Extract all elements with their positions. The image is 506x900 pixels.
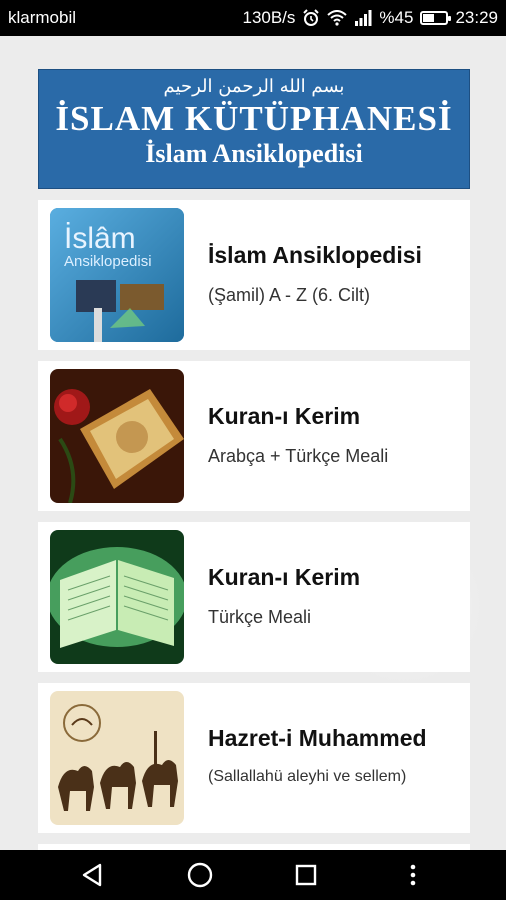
alarm-icon — [302, 9, 320, 27]
more-dots-icon — [410, 864, 416, 886]
header-banner: بسم الله الرحمن الرحيم İSLAM KÜTÜPHANESİ… — [38, 69, 470, 189]
card-text: Kuran-ı Kerim Arabça + Türkçe Meali — [208, 403, 460, 467]
quran-rose-image-icon — [50, 369, 184, 503]
list-item-kuran-arabca-turkce[interactable]: Kuran-ı Kerim Arabça + Türkçe Meali — [38, 361, 470, 511]
list-item-kuran-turkce[interactable]: Kuran-ı Kerim Türkçe Meali — [38, 522, 470, 672]
back-button[interactable] — [73, 855, 113, 895]
status-bar: klarmobil 130B/s %45 23:29 — [0, 0, 506, 36]
item-subtitle: (Sallallahü aleyhi ve sellem) — [208, 768, 407, 785]
battery-percent: %45 — [379, 8, 414, 27]
back-triangle-icon — [83, 863, 102, 887]
signal-icon — [354, 10, 372, 26]
clock: 23:29 — [455, 8, 498, 27]
encyclopedia-cover-icon: İslâm Ansiklopedisi — [50, 208, 184, 342]
svg-text:Ansiklopedisi: Ansiklopedisi — [64, 253, 152, 270]
list-item-hazret-i-muhammed[interactable]: Hazret-i Muhammed (Sallallahü aleyhi ve … — [38, 683, 470, 833]
wifi-icon — [327, 10, 348, 26]
item-title: İslam Ansiklopedisi — [208, 242, 422, 268]
item-subtitle: Türkçe Meali — [208, 607, 312, 627]
camel-caravan-image-icon — [50, 691, 184, 825]
more-options-button[interactable] — [393, 855, 433, 895]
navigation-bar — [0, 850, 506, 900]
battery-icon — [420, 11, 452, 25]
banner-title: İSLAM KÜTÜPHANESİ — [55, 99, 453, 138]
quran-open-book-image-icon — [50, 530, 184, 664]
banner-subtitle: İslam Ansiklopedisi — [145, 139, 363, 168]
status-icons: 130B/s %45 23:29 — [242, 8, 498, 28]
carrier-label: klarmobil — [8, 8, 77, 27]
item-subtitle: Arabça + Türkçe Meali — [208, 446, 389, 466]
home-circle-icon — [187, 862, 212, 888]
item-title: Kuran-ı Kerim — [208, 564, 361, 590]
item-title: Hazret-i Muhammed — [208, 725, 427, 751]
network-speed: 130B/s — [242, 8, 296, 27]
recents-button[interactable] — [286, 855, 326, 895]
card-text: Hazret-i Muhammed (Sallallahü aleyhi ve … — [208, 725, 460, 786]
list-item-islam-ansiklopedisi[interactable]: İslâm Ansiklopedisi İslam Ansiklopedisi … — [38, 200, 470, 350]
battery-fill — [423, 14, 435, 22]
card-text: Kuran-ı Kerim Türkçe Meali — [208, 564, 460, 628]
svg-text:İslâm: İslâm — [64, 222, 136, 255]
home-button[interactable] — [180, 855, 220, 895]
item-subtitle: (Şamil) A - Z (6. Cilt) — [208, 285, 371, 305]
main-content: بسم الله الرحمن الرحيم İSLAM KÜTÜPHANESİ… — [0, 36, 506, 850]
card-text: İslam Ansiklopedisi (Şamil) A - Z (6. Ci… — [208, 242, 460, 306]
bismillah-text: بسم الله الرحمن الرحيم — [163, 76, 345, 97]
recents-square-icon — [296, 864, 317, 886]
item-title: Kuran-ı Kerim — [208, 403, 361, 429]
